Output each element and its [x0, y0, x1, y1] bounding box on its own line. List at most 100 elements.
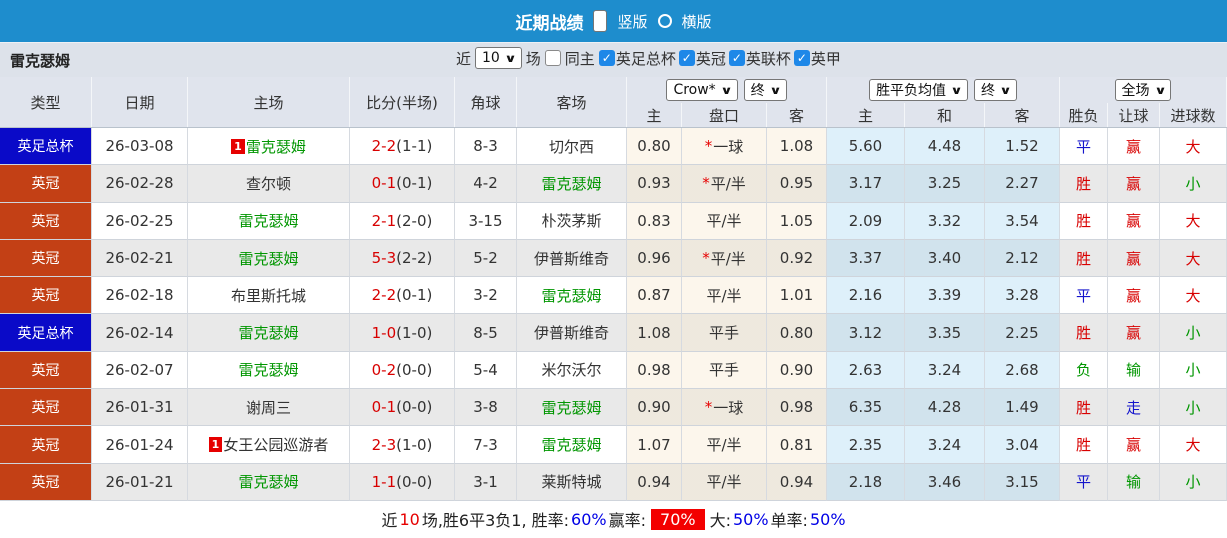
result-wdl-cell: 胜: [1060, 165, 1108, 203]
half-score: (0-0): [396, 472, 433, 491]
handicap-line: 一球: [713, 137, 744, 156]
footer-part-3: 60%: [571, 509, 607, 529]
home-team-name: 雷克瑟姆: [238, 249, 299, 268]
result-goals-cell: 大: [1160, 128, 1227, 166]
avg-away-cell: 2.12: [985, 239, 1060, 278]
corners-cell: 3-1: [455, 463, 517, 501]
league-checkbox-3[interactable]: ✓: [793, 50, 810, 66]
home-team-cell: 雷克瑟姆: [188, 463, 350, 501]
type-cell: 英冠: [0, 277, 92, 315]
footer-part-8: 单率:: [770, 511, 808, 531]
result-goals-cell: 小: [1160, 463, 1227, 501]
avg-time-select[interactable]: 终 ∨: [974, 79, 1017, 101]
league-label-3[interactable]: 英甲: [811, 48, 841, 69]
avg-draw-cell: 3.40: [905, 239, 985, 278]
horizontal-layout-label[interactable]: 横版: [682, 11, 712, 32]
home-team-cell: 雷克瑟姆: [188, 314, 350, 352]
home-team-name: 雷克瑟姆: [238, 473, 299, 492]
same-venue-label[interactable]: 同主: [565, 48, 595, 69]
home-team-cell: 雷克瑟姆: [188, 202, 350, 240]
result-goals-cell: 大: [1160, 202, 1227, 240]
odds-home-cell: 0.96: [627, 239, 682, 278]
vertical-layout-label[interactable]: 竖版: [617, 11, 647, 32]
horizontal-layout-radio[interactable]: [657, 14, 672, 28]
result-goals: 小: [1185, 473, 1201, 492]
half-score: (0-0): [396, 398, 433, 417]
results-table-body: 英足总杯 26-03-08 1 雷克瑟姆 2-2 (1-1) 8-3 切尔西 0.80 * 一球 1.…: [0, 128, 1227, 501]
avg-draw-cell: 3.32: [905, 202, 985, 240]
league-label-0[interactable]: 英足总杯: [616, 48, 676, 69]
home-rank-badge: 1: [231, 138, 245, 154]
chevron-down-icon: ∨: [1153, 83, 1167, 97]
avg-draw-cell: 4.28: [905, 389, 985, 427]
footer-part-0: 近: [381, 511, 398, 531]
avg-away-cell: 2.25: [985, 314, 1060, 352]
avg-draw-cell: 3.35: [905, 314, 985, 352]
corners-cell: 3-8: [455, 389, 517, 427]
date-cell: 26-02-18: [92, 277, 188, 315]
home-team-cell: 雷克瑟姆: [188, 351, 350, 390]
avg-away-cell: 2.68: [985, 351, 1060, 390]
result-goals-cell: 大: [1160, 239, 1227, 278]
score-cell: 0-2 (0-0): [350, 351, 455, 390]
filters-group: 近 10 ∨ 场 同主 ✓ 英足总杯 ✓ 英冠 ✓ 英联杯 ✓ 英甲: [456, 47, 843, 69]
full-score: 1-0: [371, 323, 397, 342]
avg-type-select[interactable]: 胜平负均值 ∨: [869, 79, 968, 101]
score-cell: 0-1 (0-0): [350, 389, 455, 427]
avg-selects-strip: 胜平负均值 ∨ 终 ∨: [827, 77, 1060, 103]
odds-away-cell: 0.92: [767, 239, 827, 278]
handicap-line: 平手: [708, 361, 739, 380]
avg-draw-cell: 3.39: [905, 277, 985, 315]
recent-label: 近: [456, 49, 472, 68]
league-label-2[interactable]: 英联杯: [746, 48, 791, 69]
home-team-cell: 1 女王公园巡游者: [188, 426, 350, 464]
avg-home-cell: 2.35: [827, 426, 905, 464]
home-team-cell: 谢周三: [188, 389, 350, 427]
date-cell: 26-02-25: [92, 202, 188, 240]
result-wdl: 平: [1075, 473, 1091, 492]
odds-time-select[interactable]: 终 ∨: [743, 79, 787, 101]
league-checkbox-0[interactable]: ✓: [598, 50, 615, 66]
avg-away-cell: 3.15: [985, 463, 1060, 501]
score-cell: 2-3 (1-0): [350, 426, 455, 464]
league-checkbox-2[interactable]: ✓: [728, 50, 745, 66]
scope-select[interactable]: 全场 ∨: [1114, 79, 1172, 101]
odds-away-cell: 0.90: [767, 351, 827, 390]
avg-away-cell: 1.49: [985, 389, 1060, 427]
result-handicap: 走: [1125, 398, 1141, 417]
vertical-layout-radio[interactable]: [593, 10, 608, 32]
result-handicap-cell: 赢: [1108, 165, 1160, 203]
avg-home-cell: 5.60: [827, 128, 905, 166]
col-header-date: 日期: [92, 77, 188, 127]
same-venue-checkbox[interactable]: [544, 50, 561, 66]
home-team-cell: 查尔顿: [188, 165, 350, 203]
footer-part-7: 50%: [732, 509, 769, 529]
odds-home-cell: 0.90: [627, 389, 682, 427]
league-checkbox-1[interactable]: ✓: [678, 50, 695, 66]
handicap-line-cell: 平手: [682, 314, 767, 352]
result-handicap: 赢: [1125, 324, 1141, 343]
avg-draw-cell: 3.46: [905, 463, 985, 501]
bookmaker-select[interactable]: Crow* ∨: [666, 79, 738, 101]
recent-count-select[interactable]: 10 ∨: [475, 47, 522, 69]
handicap-line: 平手: [708, 324, 739, 343]
league-label-1[interactable]: 英冠: [696, 48, 726, 69]
summary-footer: 近 10 场,胜6平3负1, 胜率: 60% 赢率: 70% 大: 50% 单率: 50%: [0, 501, 1227, 538]
score-cell: 1-0 (1-0): [350, 314, 455, 352]
odds-home-cell: 0.94: [627, 463, 682, 501]
odds-home-cell: 1.07: [627, 426, 682, 464]
star-icon: *: [702, 174, 710, 193]
handicap-line-cell: 平/半: [682, 426, 767, 464]
col-header-type: 类型: [0, 77, 92, 127]
result-wdl: 胜: [1075, 174, 1091, 193]
handicap-line: 平/半: [706, 212, 742, 231]
handicap-line-cell: 平/半: [682, 277, 767, 315]
avg-draw-cell: 3.24: [905, 351, 985, 390]
away-team-name: 朴茨茅斯: [541, 212, 602, 231]
games-label: 场: [525, 49, 541, 68]
handicap-line: 平/半: [710, 249, 746, 268]
away-team-cell: 伊普斯维奇: [517, 314, 627, 352]
page-title: 近期战绩: [515, 13, 584, 34]
score-cell: 5-3 (2-2): [350, 239, 455, 278]
result-goals: 大: [1185, 137, 1201, 156]
